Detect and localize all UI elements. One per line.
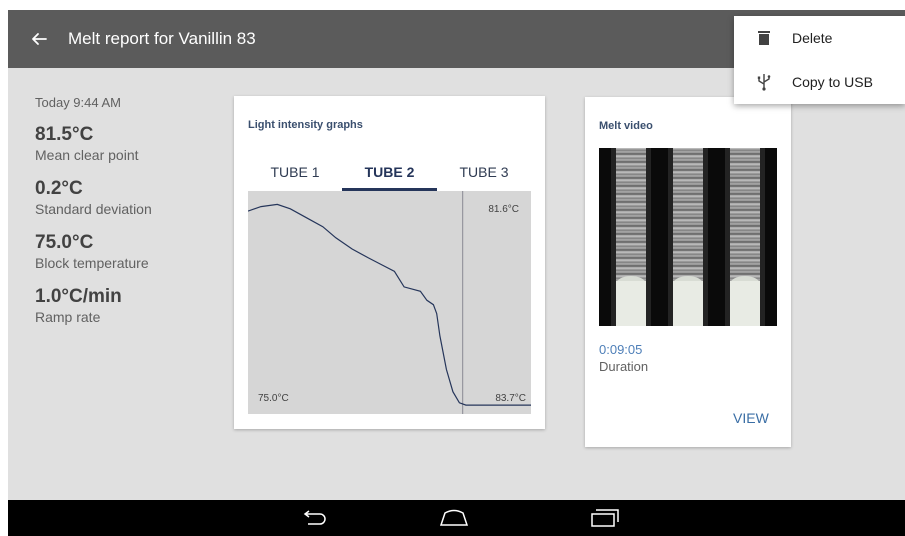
stat-standard-deviation: 0.2°C Standard deviation xyxy=(35,178,225,218)
nav-back-icon xyxy=(303,510,326,525)
stat-label: Ramp rate xyxy=(35,309,101,325)
card-title: Light intensity graphs xyxy=(248,119,363,131)
light-intensity-card: Light intensity graphs TUBE 1 TUBE 2 TUB… xyxy=(234,96,545,429)
nav-recents-button[interactable] xyxy=(586,506,622,530)
stat-label: Standard deviation xyxy=(35,201,152,217)
stat-block-temperature: 75.0°C Block temperature xyxy=(35,232,225,272)
stat-value: 75.0°C xyxy=(35,232,94,253)
nav-home-icon xyxy=(439,509,469,526)
stat-value: 81.5°C xyxy=(35,124,94,145)
melt-video-card: Melt video 0:09:05 Duration VIEW xyxy=(585,97,791,447)
view-video-button[interactable]: VIEW xyxy=(733,410,769,426)
intensity-series-line xyxy=(248,203,531,406)
page-title: Melt report for Vanillin 83 xyxy=(68,29,256,48)
menu-item-label: Copy to USB xyxy=(792,74,873,90)
stat-mean-clear-point: 81.5°C Mean clear point xyxy=(35,124,225,164)
trash-icon xyxy=(754,28,774,48)
usb-icon xyxy=(754,72,774,92)
intensity-plot: 81.6°C 75.0°C 83.7°C xyxy=(248,191,531,414)
x-start-label: 75.0°C xyxy=(258,393,289,404)
intensity-chart-svg xyxy=(248,191,531,414)
arrow-left-icon xyxy=(32,33,47,45)
tab-tube-1[interactable]: TUBE 1 xyxy=(248,161,342,191)
app-frame: Melt report for Vanillin 83 Delete Copy … xyxy=(8,10,905,536)
marker-temperature-label: 81.6°C xyxy=(488,204,519,215)
report-timestamp: Today 9:44 AM xyxy=(35,95,121,110)
nav-back-button[interactable] xyxy=(296,506,332,530)
nav-home-button[interactable] xyxy=(436,506,472,530)
tab-tube-2[interactable]: TUBE 2 xyxy=(342,161,437,191)
melt-stats: Today 9:44 AM 81.5°C Mean clear point 0.… xyxy=(35,95,225,340)
stat-label: Mean clear point xyxy=(35,147,139,163)
tab-tube-3[interactable]: TUBE 3 xyxy=(437,161,531,191)
card-title: Melt video xyxy=(599,120,653,132)
stat-value: 1.0°C/min xyxy=(35,286,122,307)
duration-label: Duration xyxy=(599,359,649,374)
stat-label: Block temperature xyxy=(35,255,149,271)
stat-ramp-rate: 1.0°C/min Ramp rate xyxy=(35,286,225,326)
x-end-label: 83.7°C xyxy=(495,393,526,404)
stat-value: 0.2°C xyxy=(35,178,83,199)
melt-video-thumbnail[interactable] xyxy=(599,148,777,326)
back-button[interactable] xyxy=(24,24,54,54)
duration-value: 0:09:05 xyxy=(599,342,643,357)
tube-tabs: TUBE 1 TUBE 2 TUBE 3 xyxy=(248,161,531,191)
menu-item-label: Delete xyxy=(792,30,833,46)
nav-recents-icon xyxy=(591,509,619,527)
system-nav-bar xyxy=(8,500,905,536)
overflow-menu: Delete Copy to USB xyxy=(734,16,905,104)
video-tube xyxy=(668,148,708,326)
video-tube xyxy=(611,148,651,326)
menu-item-delete[interactable]: Delete xyxy=(734,16,905,60)
menu-item-copy-to-usb[interactable]: Copy to USB xyxy=(734,60,905,104)
video-tube xyxy=(725,148,765,326)
